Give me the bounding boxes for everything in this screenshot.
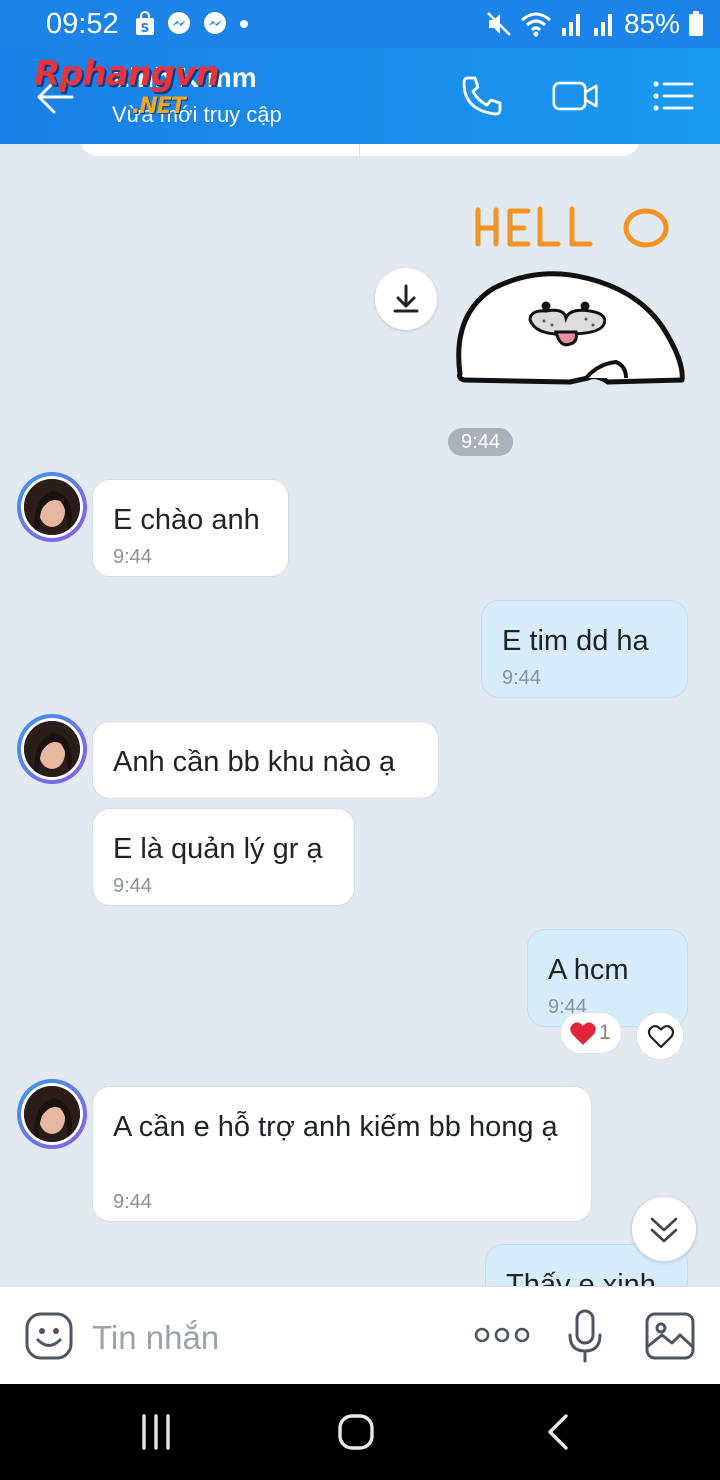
download-button[interactable] (375, 268, 437, 330)
avatar[interactable] (17, 472, 87, 542)
message-text: Thấy e xinh (506, 1269, 656, 1286)
svg-text:S: S (141, 21, 150, 35)
dot-icon (240, 20, 248, 28)
hello-sticker[interactable] (448, 196, 698, 396)
outgoing-message[interactable]: E tim dd ha 9:44 (481, 600, 688, 698)
message-text: E là quản lý gr ạ (113, 833, 323, 865)
scroll-to-bottom-button[interactable] (632, 1197, 696, 1261)
messenger-icon (168, 12, 190, 34)
reaction-count: 1 (599, 1021, 611, 1044)
watermark-text: Rphangvn (34, 54, 220, 94)
download-icon (393, 284, 419, 313)
card-divider (359, 144, 360, 156)
message-time: 9:44 (113, 546, 152, 568)
message-list[interactable]: 9:44 E chào anh 9:44 E tim dd ha 9:44 An… (0, 144, 720, 1286)
battery-percent: 85% (623, 8, 680, 39)
wifi-icon (520, 12, 551, 37)
watermark-sub: .NET (132, 94, 186, 119)
mute-icon (487, 12, 511, 36)
message-text: E chào anh (113, 504, 260, 536)
reaction-badge[interactable]: 1 (560, 1012, 622, 1054)
battery-icon (689, 11, 703, 36)
image-icon[interactable] (644, 1311, 696, 1361)
heart-outline-icon (647, 1025, 675, 1049)
message-text: A hcm (548, 954, 629, 986)
signal-icon (561, 14, 580, 36)
message-time: 9:44 (113, 875, 152, 897)
avatar-photo (24, 479, 80, 535)
message-text: Anh cần bb khu nào ạ (113, 746, 396, 778)
phone-icon[interactable] (458, 72, 506, 120)
message-text: A cần e hỗ trợ anh kiếm bb hong ạ (113, 1111, 558, 1143)
status-time: 09:52 (46, 8, 119, 40)
watermark-logo: Rphangvn .NET (34, 54, 220, 119)
incoming-message[interactable]: Anh cần bb khu nào ạ (92, 721, 439, 799)
list-menu-icon[interactable] (650, 72, 698, 120)
avatar-frame (21, 476, 83, 538)
incoming-message[interactable]: E là quản lý gr ạ 9:44 (92, 808, 355, 906)
previous-card[interactable] (80, 144, 640, 156)
recent-apps-icon[interactable] (136, 1412, 176, 1452)
react-button[interactable] (636, 1012, 684, 1060)
signal-icon (593, 14, 612, 36)
status-bar: 09:52 S 85% (0, 0, 720, 48)
time-separator: 9:44 (448, 428, 513, 456)
system-nav-bar (0, 1384, 720, 1480)
avatar-frame (21, 1083, 83, 1145)
message-text: E tim dd ha (502, 625, 649, 657)
back-nav-icon[interactable] (540, 1412, 580, 1452)
emoji-icon[interactable] (24, 1311, 74, 1361)
avatar-photo (24, 721, 80, 777)
shopee-icon: S (136, 11, 154, 35)
video-call-icon[interactable] (552, 72, 600, 120)
home-icon[interactable] (336, 1412, 376, 1452)
notification-icons: S (134, 11, 250, 37)
heart-icon (570, 1022, 596, 1045)
message-time: 9:44 (113, 1191, 152, 1213)
incoming-message[interactable]: E chào anh 9:44 (92, 479, 289, 577)
message-input[interactable]: Tin nhắn (92, 1319, 219, 1357)
system-icons: 85% (486, 8, 704, 40)
microphone-icon[interactable] (566, 1309, 604, 1365)
message-composer: Tin nhắn (0, 1286, 720, 1384)
avatar-photo (24, 1086, 80, 1142)
avatar-frame (21, 718, 83, 780)
avatar[interactable] (17, 1079, 87, 1149)
avatar[interactable] (17, 714, 87, 784)
chat-header: Linh Kimm Vừa mới truy cập Rphangvn .NET (0, 48, 720, 144)
message-time: 9:44 (502, 667, 541, 689)
double-chevron-down-icon (650, 1217, 678, 1243)
incoming-message[interactable]: A cần e hỗ trợ anh kiếm bb hong ạ 9:44 (92, 1086, 592, 1222)
messenger-icon (204, 12, 226, 34)
more-icon[interactable] (474, 1323, 530, 1347)
